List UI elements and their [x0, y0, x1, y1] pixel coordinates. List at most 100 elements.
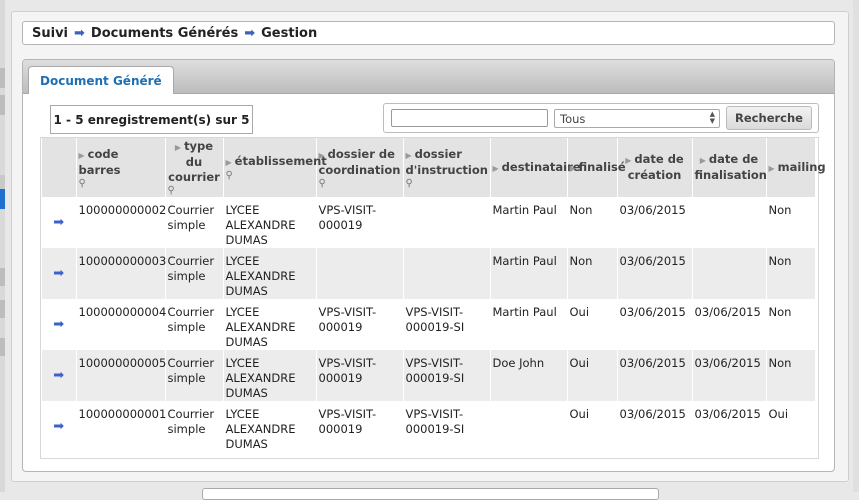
cell-coordination: VPS-VISIT-000019	[316, 401, 404, 452]
cell-finalise: Oui	[567, 350, 618, 401]
cell-instruction: VPS-VISIT-000019-SI	[403, 401, 491, 452]
bottom-panel-edge	[202, 488, 659, 500]
row-open-cell[interactable]: ➡	[42, 197, 77, 248]
column-header-code-barres[interactable]: ▶ code barres ⚲	[76, 138, 166, 197]
arrow-right-icon[interactable]: ➡	[53, 368, 64, 383]
cell-code-barres: 100000000003	[76, 248, 166, 299]
arrow-right-icon[interactable]: ➡	[53, 317, 64, 332]
cell-code-barres: 100000000005	[76, 350, 166, 401]
arrow-right-icon[interactable]: ➡	[53, 266, 64, 281]
cell-finalise: Non	[567, 248, 618, 299]
cell-etablissement: LYCEE ALEXANDRE DUMAS	[223, 299, 317, 350]
cell-mailing: Oui	[766, 401, 816, 452]
row-open-cell[interactable]: ➡	[42, 299, 77, 350]
cell-date-finalisation	[692, 248, 767, 299]
cell-mailing: Non	[766, 197, 816, 248]
column-header-date-creation[interactable]: ▶ date de création	[617, 138, 693, 197]
sort-icon: ▶	[225, 158, 232, 167]
sort-icon: ▶	[318, 150, 325, 160]
cell-type: Courrier simple	[165, 299, 224, 350]
document-panel: Document Généré 1 - 5 enregistrement(s) …	[22, 59, 835, 472]
left-sidebar-tab[interactable]	[0, 338, 5, 356]
cell-destinataire	[490, 401, 568, 452]
cell-date-creation: 03/06/2015	[617, 350, 693, 401]
search-filter-icon[interactable]: ⚲	[168, 186, 221, 196]
search-button[interactable]: Recherche	[726, 106, 812, 130]
row-open-cell[interactable]: ➡	[42, 350, 77, 401]
column-header-finalise[interactable]: ▶ finalisé	[567, 138, 626, 197]
cell-type: Courrier simple	[165, 248, 224, 299]
cell-destinataire: Martin Paul	[490, 197, 568, 248]
cell-type: Courrier simple	[165, 401, 224, 452]
cell-etablissement: LYCEE ALEXANDRE DUMAS	[223, 197, 317, 248]
table-row[interactable]: ➡ 100000000002 Courrier simple LYCEE ALE…	[42, 197, 816, 248]
cell-code-barres: 100000000002	[76, 197, 166, 248]
arrow-right-icon[interactable]: ➡	[53, 215, 64, 230]
filter-select[interactable]: Tous ▲ ▼	[554, 109, 720, 128]
table-row[interactable]: ➡ 100000000005 Courrier simple LYCEE ALE…	[42, 350, 816, 401]
cell-mailing: Non	[766, 299, 816, 350]
tab-bar: Document Généré	[23, 60, 834, 94]
sort-icon: ▶	[78, 150, 85, 160]
cell-instruction: VPS-VISIT-000019-SI	[403, 299, 491, 350]
cell-destinataire: Doe John	[490, 350, 568, 401]
column-header-date-finalisation[interactable]: ▶ date de finalisation	[692, 138, 767, 197]
search-bar: Tous ▲ ▼ Recherche	[383, 103, 819, 133]
column-header-mailing[interactable]: ▶ mailing	[766, 138, 826, 197]
breadcrumb-item-documents[interactable]: Documents Générés	[91, 26, 238, 41]
table-row[interactable]: ➡ 100000000004 Courrier simple LYCEE ALE…	[42, 299, 816, 350]
cell-date-creation: 03/06/2015	[617, 401, 693, 452]
search-filter-icon[interactable]: ⚲	[319, 178, 401, 189]
cell-date-creation: 03/06/2015	[617, 248, 693, 299]
column-header-destinataire[interactable]: ▶ destinataire	[490, 138, 581, 197]
cell-mailing: Non	[766, 248, 816, 299]
search-filter-icon[interactable]: ⚲	[406, 178, 488, 189]
row-open-cell[interactable]: ➡	[42, 401, 77, 452]
sort-icon: ▶	[174, 143, 182, 152]
select-arrows-icon: ▲ ▼	[709, 110, 715, 125]
arrow-right-icon[interactable]: ➡	[53, 419, 64, 434]
cell-destinataire: Martin Paul	[490, 299, 568, 350]
cell-mailing: Non	[766, 350, 816, 401]
cell-coordination	[316, 248, 404, 299]
cell-date-finalisation: 03/06/2015	[692, 299, 767, 350]
column-header-dossier-instruction[interactable]: ▶ dossier d'instruction ⚲	[403, 138, 491, 197]
cell-type: Courrier simple	[165, 197, 224, 248]
column-header-etablissement[interactable]: ▶ établissement ⚲	[223, 138, 327, 197]
cell-finalise: Oui	[567, 299, 618, 350]
left-sidebar-tab[interactable]	[0, 268, 5, 286]
column-header-type-courrier[interactable]: ▶ type du courrier ⚲	[165, 138, 224, 197]
left-sidebar-tab[interactable]	[0, 300, 5, 318]
search-input[interactable]	[391, 109, 548, 127]
cell-instruction	[403, 248, 491, 299]
search-filter-icon[interactable]: ⚲	[226, 171, 314, 181]
table-row[interactable]: ➡ 100000000001 Courrier simple LYCEE ALE…	[42, 401, 816, 452]
cell-etablissement: LYCEE ALEXANDRE DUMAS	[223, 350, 317, 401]
row-open-cell[interactable]: ➡	[42, 248, 77, 299]
tab-document-genere[interactable]: Document Généré	[28, 66, 174, 94]
breadcrumb-item-suivi[interactable]: Suivi	[32, 26, 68, 41]
breadcrumb: Suivi ➡ Documents Générés ➡ Gestion	[22, 21, 835, 45]
table-row[interactable]: ➡ 100000000003 Courrier simple LYCEE ALE…	[42, 248, 816, 299]
page-scrollbar[interactable]	[853, 0, 859, 492]
sort-icon: ▶	[768, 163, 775, 173]
cell-finalise: Non	[567, 197, 618, 248]
record-count: 1 - 5 enregistrement(s) sur 5	[50, 105, 253, 134]
cell-coordination: VPS-VISIT-000019	[316, 299, 404, 350]
cell-type: Courrier simple	[165, 350, 224, 401]
cell-code-barres: 100000000004	[76, 299, 166, 350]
column-header-actions	[42, 138, 77, 197]
cell-date-creation: 03/06/2015	[617, 197, 693, 248]
left-sidebar-tab[interactable]	[0, 68, 5, 88]
left-sidebar-tab-active[interactable]	[0, 189, 5, 209]
breadcrumb-item-gestion: Gestion	[261, 25, 318, 41]
arrow-right-icon: ➡	[74, 25, 85, 41]
column-header-dossier-coordination[interactable]: ▶ dossier de coordination ⚲	[316, 138, 404, 197]
left-sidebar-tab[interactable]	[0, 95, 5, 115]
arrow-right-icon: ➡	[244, 25, 256, 41]
cell-coordination: VPS-VISIT-000019	[316, 350, 404, 401]
cell-etablissement: LYCEE ALEXANDRE DUMAS	[223, 248, 317, 299]
cell-date-finalisation: 03/06/2015	[692, 350, 767, 401]
search-filter-icon[interactable]: ⚲	[79, 178, 163, 189]
cell-coordination: VPS-VISIT-000019	[316, 197, 404, 248]
